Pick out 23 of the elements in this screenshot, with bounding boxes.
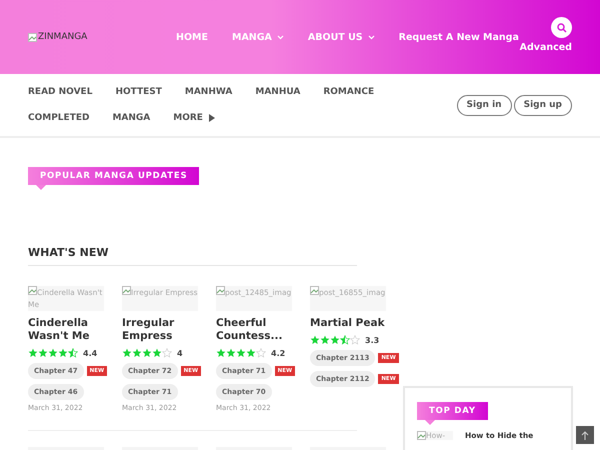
- category-link[interactable]: HOTTEST: [115, 87, 162, 97]
- manga-title[interactable]: Cheerful Countess...: [216, 317, 292, 343]
- logo-image[interactable]: ZINMANGA: [28, 32, 176, 42]
- nav-link[interactable]: Request A New Manga: [398, 32, 519, 42]
- advanced-search-link[interactable]: Advanced: [520, 42, 572, 53]
- section-heading: WHAT'S NEW: [28, 246, 357, 266]
- category-link[interactable]: MANHUA: [255, 87, 300, 97]
- category-link[interactable]: ROMANCE: [323, 87, 374, 97]
- manga-title[interactable]: Cinderella Wasn't Me: [28, 317, 104, 343]
- category-link[interactable]: MANGA: [112, 113, 150, 123]
- auth-button[interactable]: Sign up: [514, 94, 572, 116]
- category-link[interactable]: READ NOVEL: [28, 87, 92, 97]
- nav-link[interactable]: ABOUT US: [308, 32, 375, 42]
- rating-score: 4.4: [83, 348, 98, 358]
- manga-title[interactable]: Martial Peak: [310, 317, 386, 330]
- category-link[interactable]: COMPLETED: [28, 113, 90, 123]
- category-link[interactable]: MORE: [173, 113, 215, 123]
- category-link[interactable]: MANHWA: [184, 87, 232, 97]
- rating-score: 4.2: [271, 348, 286, 358]
- rating-score: 4: [177, 348, 183, 358]
- manga-title[interactable]: Irregular Empress: [122, 317, 198, 343]
- auth-button[interactable]: Sign in: [456, 94, 512, 116]
- rating-score: 3.3: [365, 336, 380, 344]
